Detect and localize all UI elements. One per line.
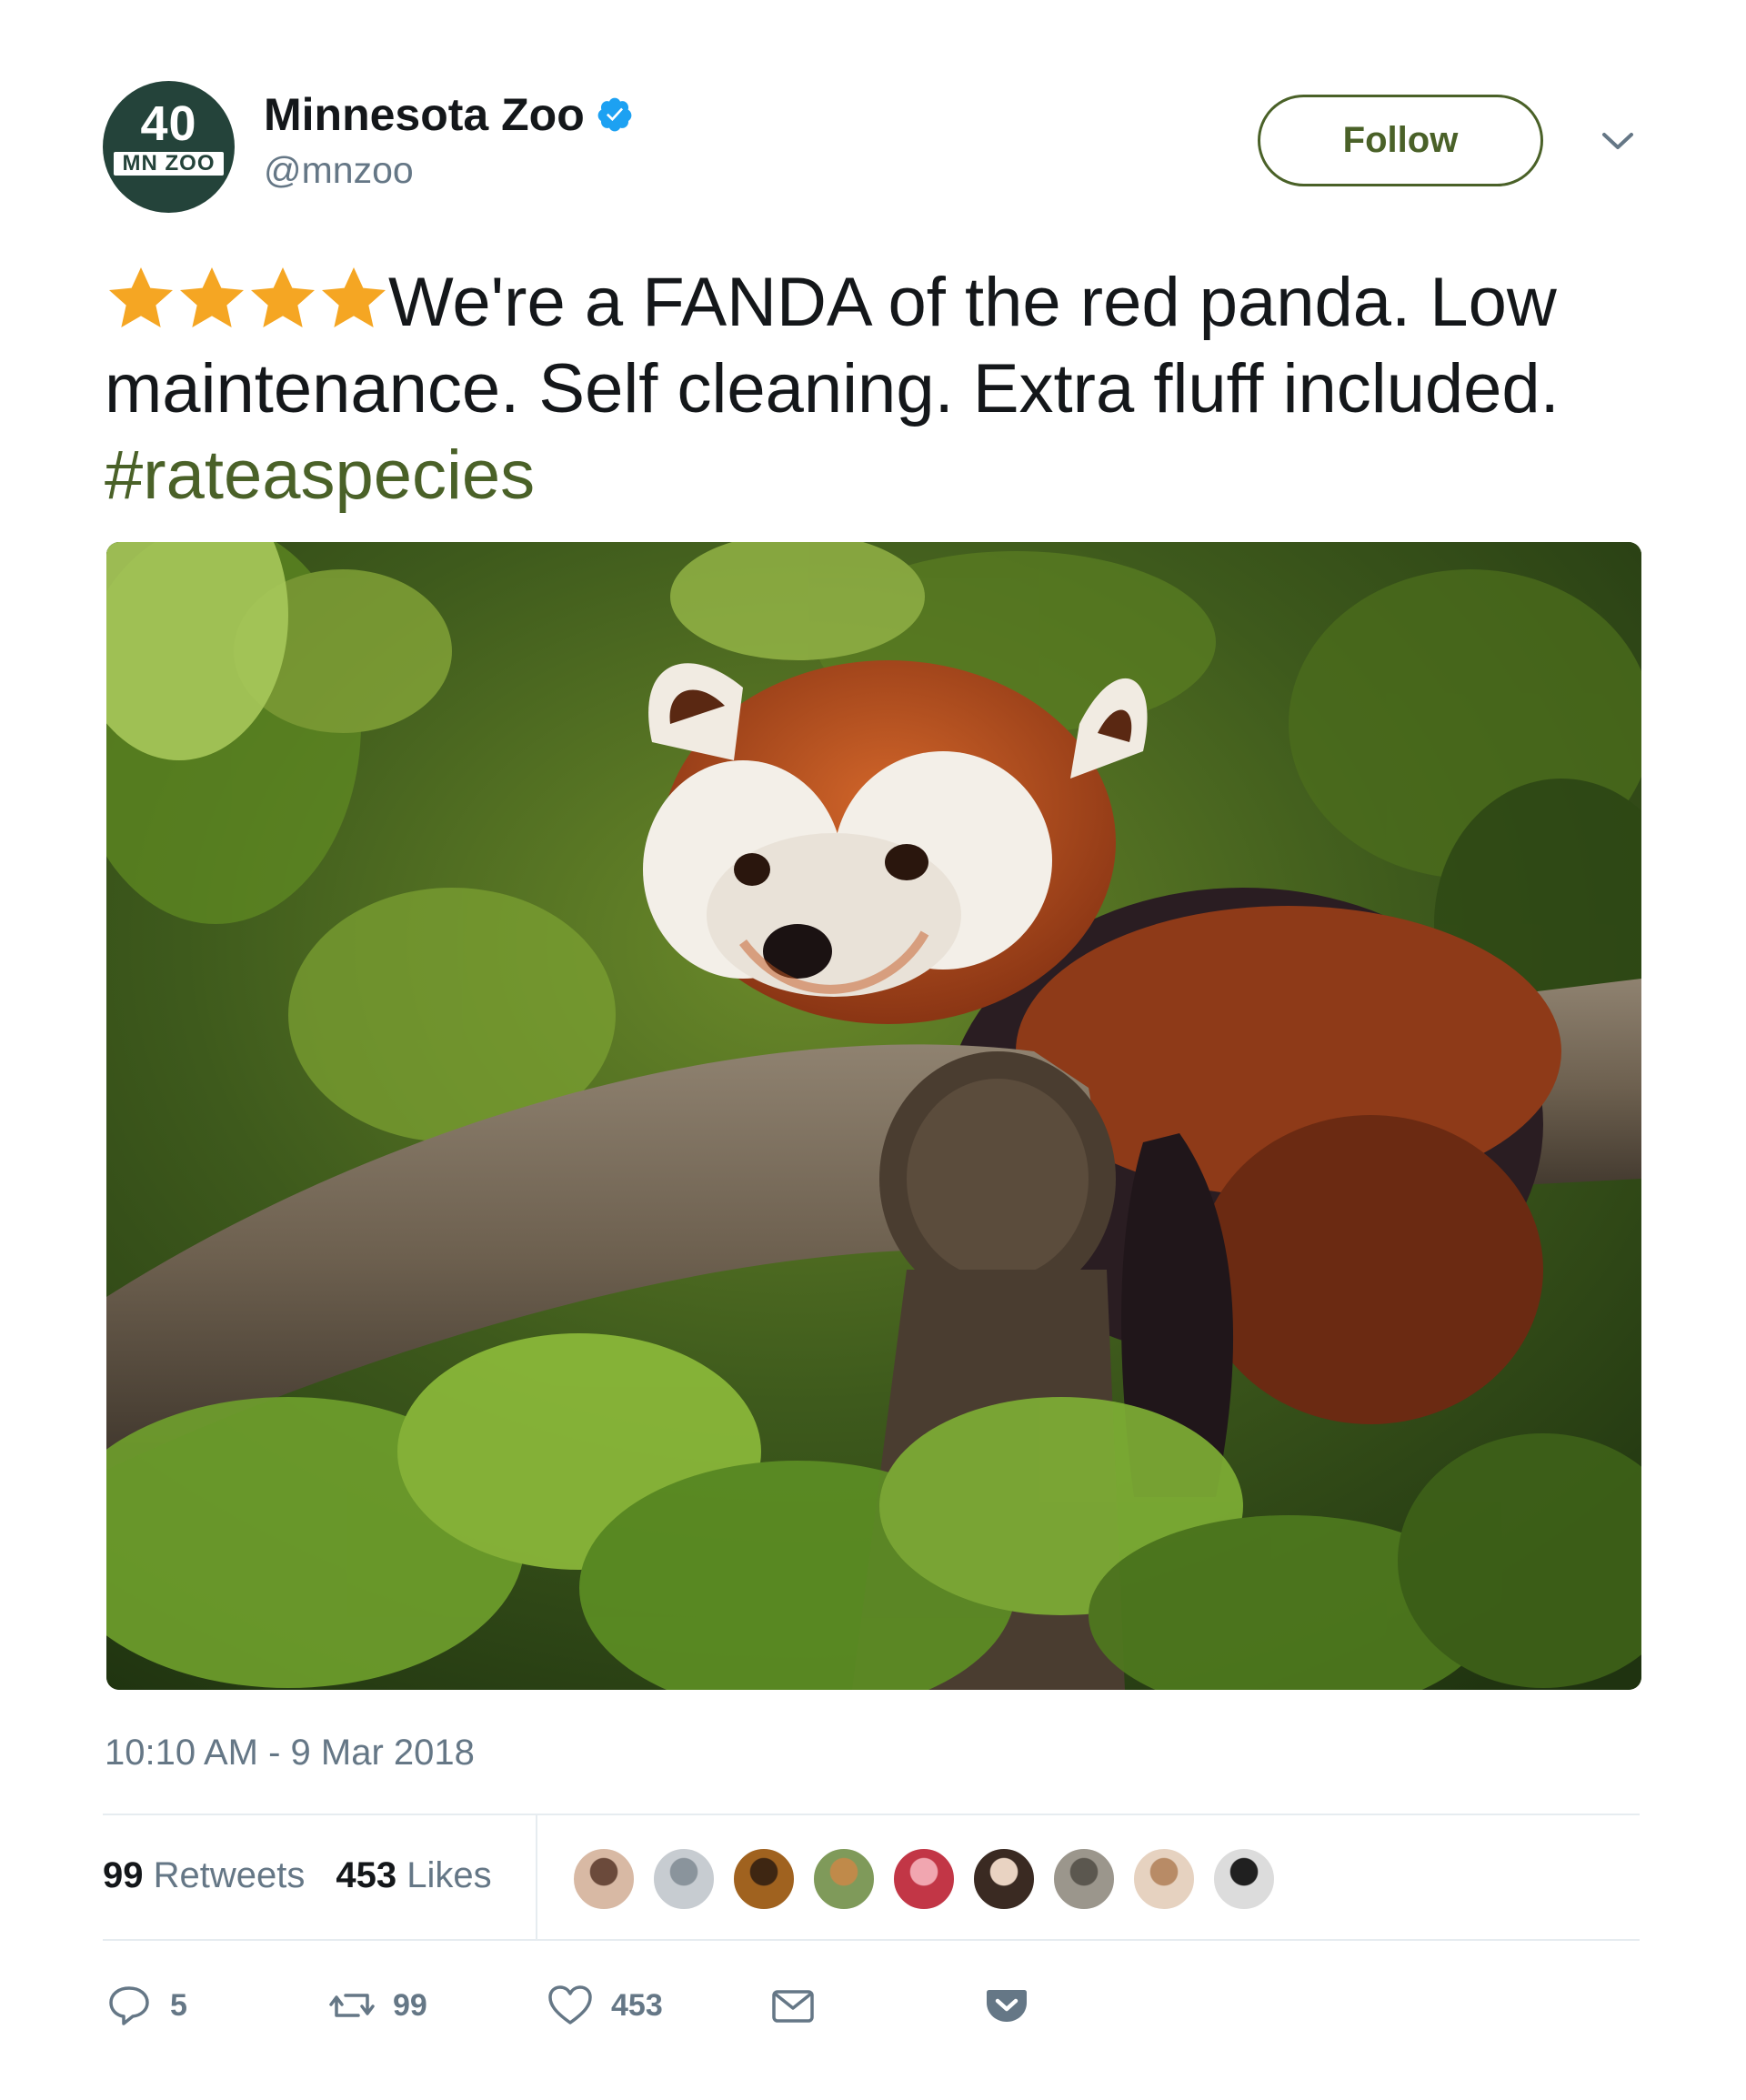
divider-top (103, 1814, 1640, 1815)
liker-avatar-4[interactable] (811, 1846, 877, 1912)
account-avatar[interactable]: 40 MN ZOO (103, 81, 235, 213)
tweet-photo[interactable] (106, 542, 1641, 1690)
star-icon (109, 267, 173, 327)
retweets-stat[interactable]: 99 Retweets (103, 1853, 305, 1898)
divider-bottom (103, 1939, 1640, 1941)
like-count: 453 (611, 1987, 663, 2023)
verified-badge-icon (597, 97, 632, 132)
star-icon (251, 267, 315, 327)
avatar-number: 40 (140, 96, 197, 151)
heart-icon (548, 1985, 592, 2025)
retweets-count: 99 (103, 1855, 144, 1895)
star-icon (180, 267, 244, 327)
likers-list (571, 1846, 1291, 1912)
name-row: Minnesota Zoo (264, 87, 634, 142)
envelope-icon (772, 1990, 814, 2023)
liker-avatar-5[interactable] (891, 1846, 957, 1912)
rating-stars (105, 262, 388, 335)
stats-divider (536, 1815, 537, 1939)
liker-avatar-7[interactable] (1051, 1846, 1117, 1912)
account-handle[interactable]: @mnzoo (264, 147, 414, 193)
retweet-icon (329, 1994, 375, 2017)
follow-button[interactable]: Follow (1258, 95, 1543, 186)
pocket-icon (987, 1990, 1027, 2022)
like-button[interactable]: 453 (546, 1974, 663, 2037)
reply-button[interactable]: 5 (105, 1974, 187, 2037)
display-name[interactable]: Minnesota Zoo (264, 87, 585, 142)
likes-count: 453 (336, 1855, 397, 1895)
chevron-down-icon[interactable] (1599, 127, 1637, 155)
tweet-timestamp[interactable]: 10:10 AM - 9 Mar 2018 (105, 1730, 475, 1775)
retweet-count: 99 (393, 1987, 427, 2023)
star-icon (322, 267, 386, 327)
engagement-stats: 99 Retweets 453 Likes (103, 1853, 523, 1898)
liker-avatar-3[interactable] (731, 1846, 797, 1912)
red-panda-photo (106, 542, 1641, 1690)
direct-message-button[interactable] (768, 1974, 818, 2037)
liker-avatar-1[interactable] (571, 1846, 637, 1912)
liker-avatar-9[interactable] (1211, 1846, 1277, 1912)
reply-icon (109, 1986, 149, 2025)
reply-count: 5 (170, 1987, 187, 2023)
retweet-button[interactable]: 99 (327, 1974, 427, 2037)
pocket-button[interactable] (982, 1974, 1031, 2037)
likes-stat[interactable]: 453 Likes (336, 1853, 491, 1898)
tweet-text: We're a FANDA of the red panda. Low main… (105, 259, 1669, 518)
avatar-brand: MN ZOO (114, 152, 224, 176)
liker-avatar-8[interactable] (1131, 1846, 1197, 1912)
hashtag-link[interactable]: #rateaspecies (105, 437, 535, 514)
tweet-card: 40 MN ZOO Minnesota Zoo @mnzoo Follow We… (0, 0, 1746, 2100)
retweets-label: Retweets (153, 1855, 306, 1895)
liker-avatar-2[interactable] (651, 1846, 717, 1912)
liker-avatar-6[interactable] (971, 1846, 1037, 1912)
likes-label: Likes (406, 1855, 492, 1895)
